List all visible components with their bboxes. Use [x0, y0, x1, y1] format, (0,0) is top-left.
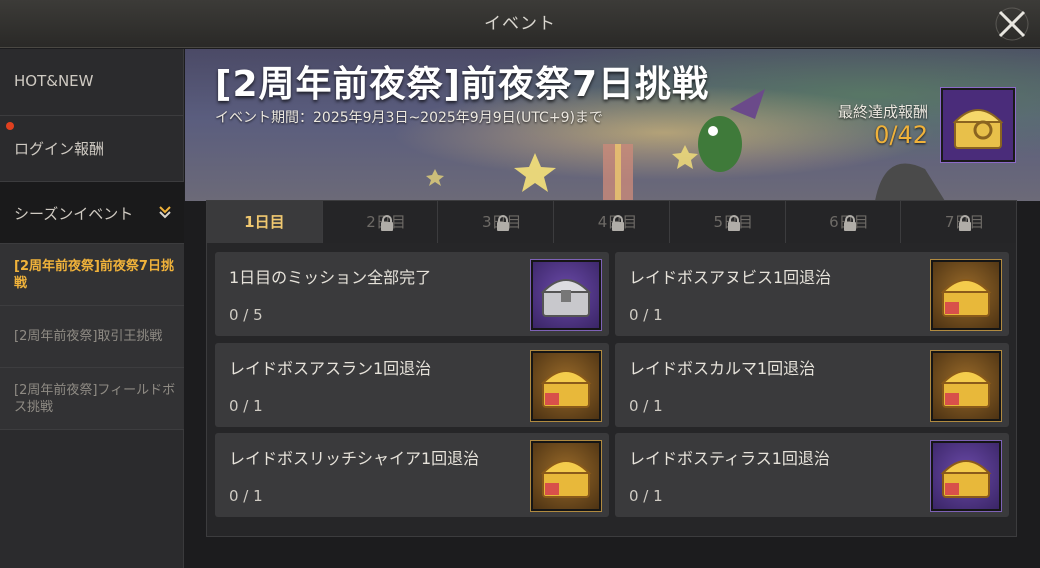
sidebar-subitem-label: [2周年前夜祭]取引王挑戦: [14, 329, 163, 344]
final-reward-label: 最終達成報酬: [837, 103, 928, 121]
sidebar-item-hot-new[interactable]: HOT&NEW: [0, 49, 184, 116]
tab-day-4[interactable]: 4日目: [554, 201, 670, 243]
mission-name: 1日目のミッション全部完了: [229, 268, 432, 287]
tab-day-3[interactable]: 3日目: [438, 201, 555, 243]
gold-chest-icon: [952, 109, 1004, 149]
reward-slot[interactable]: [530, 259, 602, 331]
gold-chest-icon: [540, 460, 592, 498]
reward-slot[interactable]: [530, 350, 602, 422]
sidebar-subitem-label: [2周年前夜祭]前夜祭7日挑戦: [14, 259, 174, 291]
window-title: イベント: [484, 14, 556, 34]
chevron-down-icon: [159, 206, 171, 219]
mission-progress: 0 / 1: [229, 397, 263, 415]
mission-card: レイドボスティラス1回退治 0 / 1: [615, 433, 1009, 517]
final-reward-count: 0/42: [874, 121, 928, 149]
sidebar-item-login-reward[interactable]: ログイン報酬: [0, 116, 184, 182]
mission-progress: 0 / 1: [629, 487, 663, 505]
notification-dot: [6, 122, 14, 130]
lock-icon: [496, 214, 509, 231]
reward-slot[interactable]: [530, 440, 602, 512]
sidebar-subitem-field-boss[interactable]: [2周年前夜祭]フィールドボス挑戦: [0, 368, 184, 430]
sidebar-subitem-trade-king[interactable]: [2周年前夜祭]取引王挑戦: [0, 306, 184, 368]
lock-icon: [612, 214, 625, 231]
mission-progress: 0 / 1: [629, 306, 663, 324]
lock-icon: [959, 214, 972, 231]
mission-progress: 0 / 5: [229, 306, 263, 324]
mission-card: レイドボスアスラン1回退治 0 / 1: [215, 343, 609, 427]
tab-day-6[interactable]: 6日目: [785, 201, 902, 243]
close-icon: [995, 7, 1029, 41]
sidebar-subitem-7day-challenge[interactable]: [2周年前夜祭]前夜祭7日挑戦: [0, 244, 184, 306]
reward-slot[interactable]: [930, 350, 1002, 422]
lock-icon: [380, 214, 393, 231]
mission-card: レイドボスアヌビス1回退治 0 / 1: [615, 252, 1009, 336]
mission-card: レイドボスカルマ1回退治 0 / 1: [615, 343, 1009, 427]
mission-progress: 0 / 1: [629, 397, 663, 415]
mission-name: レイドボスアヌビス1回退治: [629, 268, 832, 287]
lock-icon: [843, 214, 856, 231]
silver-chest-icon: [540, 279, 592, 317]
gold-chest-icon: [940, 370, 992, 408]
sidebar-item-label: ログイン報酬: [14, 140, 105, 158]
sidebar: HOT&NEW ログイン報酬 シーズンイベント [2周年前夜祭]前夜祭7日挑戦 …: [0, 49, 184, 568]
lock-icon: [728, 214, 740, 231]
final-reward-slot[interactable]: [940, 87, 1016, 163]
mission-panel: 1日目 2日目 3日目 4日目 5日目 6日目 7日目 1日目のミッション全部完…: [206, 200, 1017, 537]
mission-progress: 0 / 1: [229, 487, 263, 505]
event-title: [2周年前夜祭]前夜祭7日挑戦: [215, 64, 710, 105]
close-button[interactable]: [994, 6, 1030, 42]
window-titlebar: イベント: [0, 0, 1040, 48]
tab-day-1[interactable]: 1日目: [207, 201, 323, 243]
reward-slot[interactable]: [930, 259, 1002, 331]
gold-chest-icon: [940, 460, 992, 498]
mission-name: レイドボスカルマ1回退治: [629, 359, 816, 378]
mission-name: レイドボスティラス1回退治: [629, 449, 830, 468]
reward-slot[interactable]: [930, 440, 1002, 512]
day-tabs: 1日目 2日目 3日目 4日目 5日目 6日目 7日目: [207, 201, 1017, 243]
mission-card: 1日目のミッション全部完了 0 / 5: [215, 252, 609, 336]
gold-chest-icon: [940, 279, 992, 317]
tab-day-7[interactable]: 7日目: [901, 201, 1017, 243]
sidebar-subitem-label: [2周年前夜祭]フィールドボス挑戦: [14, 383, 176, 415]
gold-chest-icon: [540, 370, 592, 408]
tab-day-5[interactable]: 5日目: [669, 201, 786, 243]
tab-label: 1日目: [244, 213, 285, 231]
mission-name: レイドボスアスラン1回退治: [229, 359, 432, 378]
sidebar-item-season-event[interactable]: シーズンイベント: [0, 182, 184, 244]
mission-name: レイドボスリッチシャイア1回退治: [229, 449, 480, 468]
tab-day-2[interactable]: 2日目: [322, 201, 439, 243]
sidebar-item-label: シーズンイベント: [14, 205, 134, 223]
event-period: イベント期間：2025年9月3日~2025年9月9日(UTC+9)まで: [215, 110, 603, 126]
event-banner: [2周年前夜祭]前夜祭7日挑戦 イベント期間：2025年9月3日~2025年9月…: [185, 49, 1040, 201]
mission-card: レイドボスリッチシャイア1回退治 0 / 1: [215, 433, 609, 517]
sidebar-item-label: HOT&NEW: [14, 72, 94, 90]
